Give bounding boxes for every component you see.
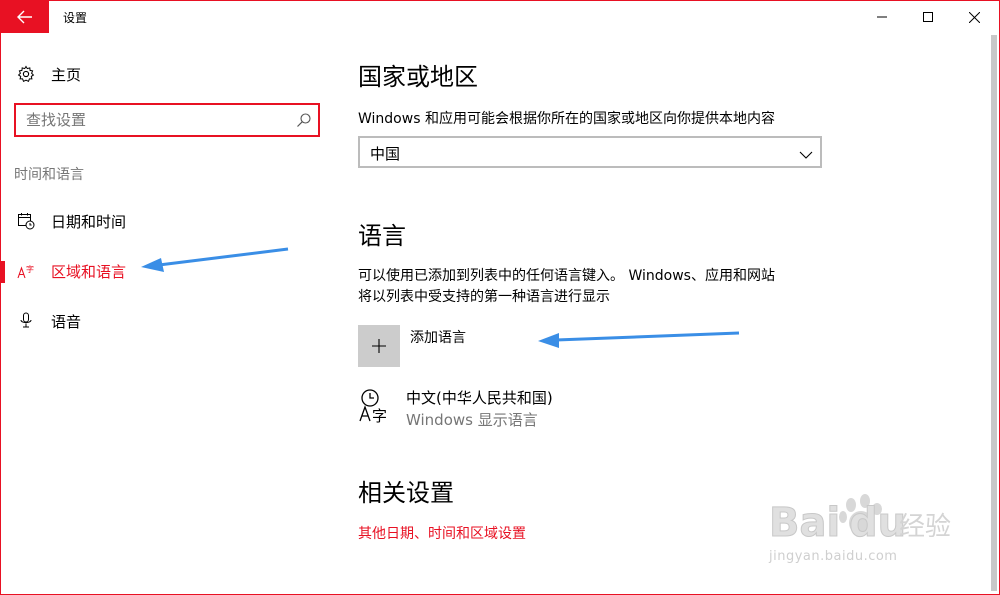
- settings-window: 设置 主页 查找设置 时间和语言 日期和时间 字 区域和语言 语音 国家或地区 …: [0, 0, 1000, 595]
- annotation-arrow-sidebar: [141, 247, 289, 272]
- annotation-arrow-add-language: [538, 331, 740, 348]
- svg-text:经验: 经验: [899, 512, 951, 542]
- watermark-url: jingyan.baidu.com: [769, 549, 898, 564]
- baidu-watermark-logo: Bai du 经验: [769, 494, 951, 547]
- svg-text:Bai: Bai: [769, 500, 840, 546]
- svg-text:du: du: [849, 500, 906, 546]
